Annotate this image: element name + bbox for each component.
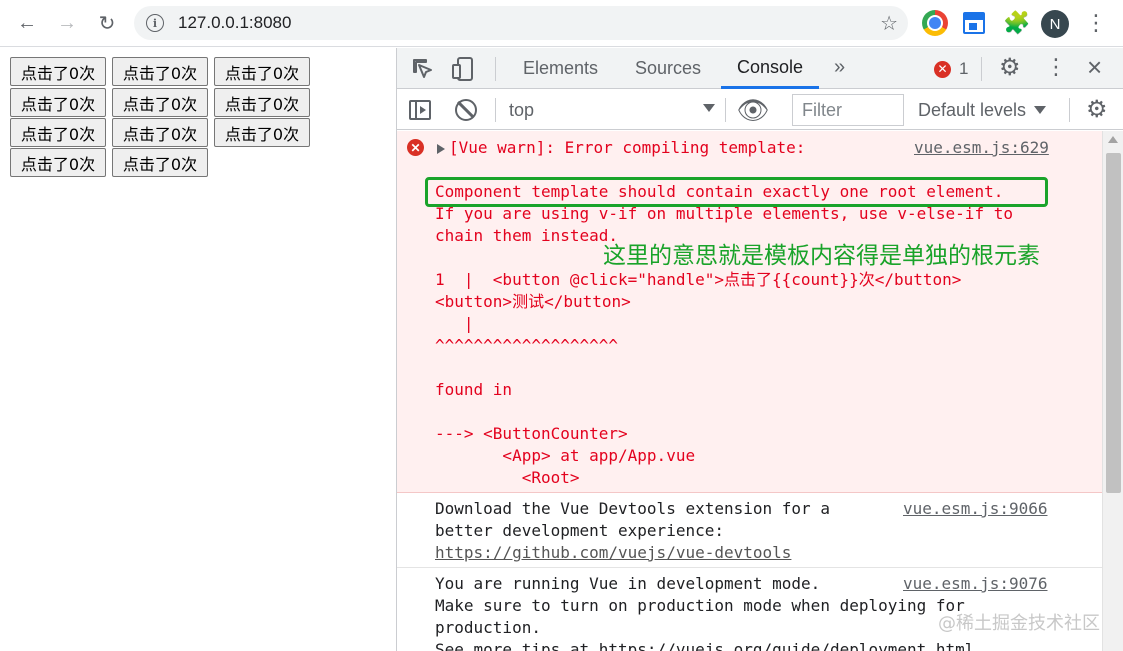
counter-button[interactable]: 点击了0次 (214, 57, 310, 86)
code-caret-line: ^^^^^^^^^^^^^^^^^^^ (435, 336, 619, 355)
scroll-thumb[interactable] (1106, 153, 1121, 493)
page-viewport: 点击了0次 点击了0次 点击了0次 点击了0次 点击了0次 点击了0次 点击了0… (0, 48, 396, 651)
device-toolbar-icon[interactable] (451, 56, 475, 82)
inspect-element-icon[interactable] (411, 57, 435, 81)
expand-arrow-icon[interactable] (437, 144, 445, 154)
address-url[interactable]: 127.0.0.1:8080 (178, 13, 291, 33)
code-segment: 测试 (512, 292, 545, 311)
console-settings-gear-icon[interactable]: ⚙ (1086, 95, 1108, 124)
back-arrow-icon[interactable]: ← (12, 8, 42, 38)
toolbar-divider (495, 57, 496, 81)
code-segment: </button> (874, 270, 962, 289)
component-trace-line: <Root> (435, 468, 580, 487)
devtools-tab-bar: Elements Sources Console » ✕ 1 ⚙ ⋮ × (397, 48, 1123, 89)
clear-console-icon[interactable] (455, 99, 477, 121)
code-segment: 次 (858, 270, 875, 289)
counter-button[interactable]: 点击了0次 (214, 88, 310, 117)
error-title: [Vue warn]: Error compiling template: (449, 138, 806, 157)
settings-gear-icon[interactable]: ⚙ (999, 53, 1021, 82)
extensions-puzzle-icon[interactable]: 🧩 (1003, 10, 1030, 36)
console-scrollbar[interactable] (1102, 131, 1123, 651)
annotation-text: 这里的意思就是模板内容得是单独的根元素 (603, 243, 1040, 269)
chevron-down-icon (1034, 106, 1047, 114)
site-info-icon[interactable]: i (146, 14, 164, 32)
browser-toolbar: ← → ↻ i 127.0.0.1:8080 ☆ 🧩 N ⋮ (0, 0, 1123, 47)
info-line: production. (435, 618, 541, 637)
bookmark-star-icon[interactable]: ☆ (880, 11, 898, 36)
component-trace-line: ---> <ButtonCounter> (435, 424, 628, 443)
address-bar[interactable]: i 127.0.0.1:8080 ☆ (134, 6, 908, 40)
toolbar-divider (981, 57, 982, 81)
code-line: <button>测试</button> (435, 291, 631, 313)
tab-elements[interactable]: Elements (523, 48, 598, 89)
code-line: 1 | <button @click="handle">点击了{{count}}… (435, 269, 961, 291)
counter-button[interactable]: 点击了0次 (112, 88, 208, 117)
error-line: If you are using v-if on multiple elemen… (435, 204, 1013, 223)
error-count: 1 (959, 59, 969, 78)
counter-button[interactable]: 点击了0次 (10, 148, 106, 177)
counter-button[interactable]: 点击了0次 (10, 118, 106, 147)
info-line: Download the Vue Devtools extension for … (435, 499, 830, 518)
counter-button[interactable]: 点击了0次 (112, 57, 208, 86)
toolbar-divider (725, 98, 726, 122)
toolbar-divider (1069, 98, 1070, 122)
console-info-message: Download the Vue Devtools extension for … (397, 494, 1102, 568)
devtools-menu-icon[interactable]: ⋮ (1045, 54, 1067, 80)
error-line: chain them instead. (435, 226, 619, 245)
error-icon: ✕ (407, 139, 424, 156)
code-segment: 1 | <button @click="handle"> (435, 270, 724, 289)
info-line: See more tips at https://vuejs.org/guide… (435, 640, 975, 651)
counter-button[interactable]: 点击了0次 (112, 148, 208, 177)
code-segment: <button> (435, 292, 513, 311)
context-value: top (509, 99, 535, 120)
close-devtools-icon[interactable]: × (1087, 52, 1102, 83)
devtools-panel: Elements Sources Console » ✕ 1 ⚙ ⋮ × top… (396, 48, 1123, 651)
chevron-down-icon (703, 104, 715, 112)
error-source-link[interactable]: vue.esm.js:629 (914, 137, 1049, 159)
context-selector[interactable]: top (509, 96, 715, 124)
extension-window-icon[interactable] (963, 12, 985, 34)
counter-button[interactable]: 点击了0次 (214, 118, 310, 147)
console-error-message: ✕ [Vue warn]: Error compiling template: … (397, 131, 1102, 493)
log-levels-dropdown[interactable]: Default levels (918, 96, 1047, 124)
console-messages: ✕ [Vue warn]: Error compiling template: … (397, 131, 1102, 651)
info-line: Make sure to turn on production mode whe… (435, 596, 965, 615)
code-segment: {{count}} (772, 270, 859, 289)
info-line: You are running Vue in development mode. (435, 574, 821, 593)
tab-sources[interactable]: Sources (635, 48, 701, 89)
profile-avatar[interactable]: N (1041, 10, 1069, 38)
vue-devtools-link[interactable]: https://github.com/vuejs/vue-devtools (435, 542, 791, 564)
more-tabs-icon[interactable]: » (834, 56, 845, 79)
counter-button[interactable]: 点击了0次 (112, 118, 208, 147)
code-line: | (435, 314, 474, 333)
reload-icon[interactable]: ↻ (92, 8, 122, 38)
info-line: better development experience: (435, 521, 724, 540)
error-icon: ✕ (934, 60, 951, 78)
component-trace-line: <App> at app/App.vue (435, 446, 696, 465)
code-segment: </button> (544, 292, 631, 311)
info-source-link[interactable]: vue.esm.js:9066 (903, 498, 1048, 520)
extension-color-icon[interactable] (922, 10, 948, 36)
code-segment: 点击了 (723, 270, 772, 289)
tab-console[interactable]: Console (721, 48, 820, 89)
watermark: @稀土掘金技术社区 (938, 613, 1100, 634)
browser-menu-icon[interactable]: ⋮ (1085, 9, 1107, 37)
error-count-badge[interactable]: ✕ 1 (934, 59, 968, 79)
toolbar-divider (495, 98, 496, 122)
counter-button[interactable]: 点击了0次 (10, 57, 106, 86)
info-source-link[interactable]: vue.esm.js:9076 (903, 573, 1048, 595)
scroll-up-arrow-icon[interactable] (1108, 136, 1118, 143)
found-in-label: found in (435, 380, 513, 399)
counter-button[interactable]: 点击了0次 (10, 88, 106, 117)
forward-arrow-icon[interactable]: → (52, 8, 82, 38)
console-filter-input[interactable]: Filter (792, 94, 904, 126)
error-line: Component template should contain exactl… (435, 182, 1004, 201)
log-levels-label: Default levels (918, 99, 1027, 120)
console-sidebar-icon[interactable] (409, 100, 431, 120)
console-toolbar: top 👁 Filter Default levels ⚙ (397, 90, 1123, 130)
live-expression-eye-icon[interactable]: 👁 (737, 95, 770, 125)
